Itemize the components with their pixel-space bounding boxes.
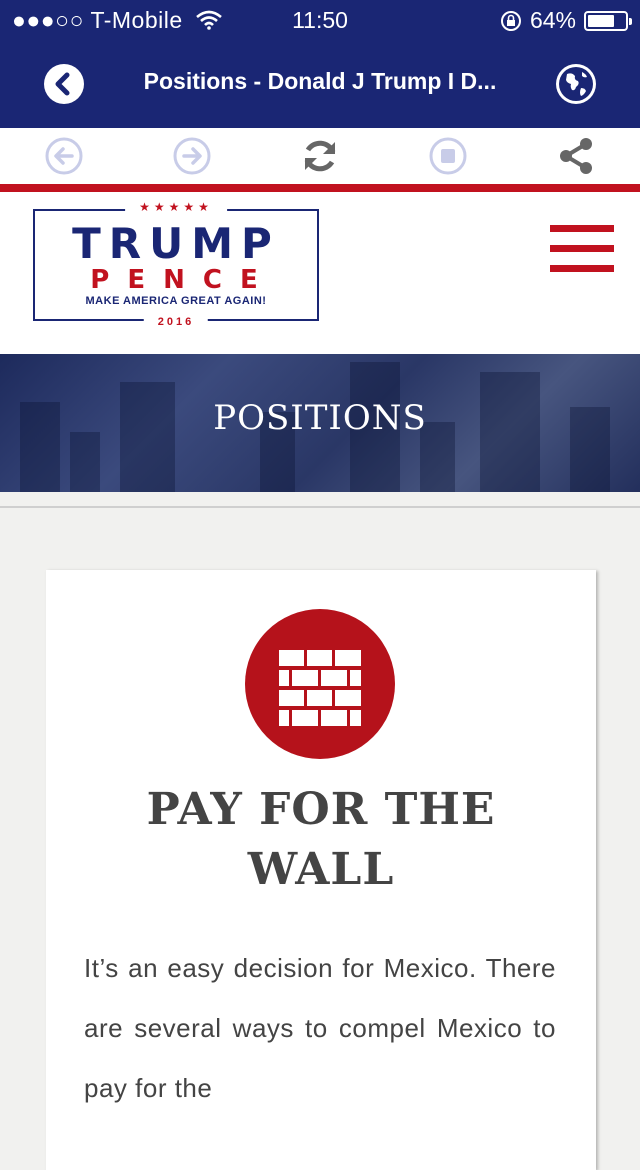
back-arrow-icon [45,137,83,175]
brick-wall-icon [279,650,361,726]
refresh-button[interactable] [300,136,340,176]
carrier-name: T-Mobile [90,7,183,33]
rotation-lock-icon [500,10,521,31]
hamburger-line [550,265,614,272]
site-header: ★★★★★ TRUMP PENCE MAKE AMERICA GREAT AGA… [0,192,640,354]
share-button[interactable] [556,136,596,176]
status-right: 64% [500,7,632,34]
section-divider [0,506,640,508]
globe-icon [559,67,593,101]
refresh-icon [304,140,336,172]
page-title: Positions - Donald J Trump I D... [143,68,497,94]
wifi-icon [195,10,222,30]
position-title-line1: PAY FOR THE [146,784,496,835]
banner-title: POSITIONS [213,398,427,438]
wall-icon-badge [245,609,395,759]
logo-stars: ★★★★★ [125,200,227,214]
trump-pence-logo[interactable]: ★★★★★ TRUMP PENCE MAKE AMERICA GREAT AGA… [33,200,319,328]
carrier-info: ●●●○○ T-Mobile [12,7,222,34]
hamburger-line [550,225,614,232]
battery-icon [584,10,632,31]
battery-percent: 64% [529,7,576,33]
browser-back-button[interactable] [44,136,84,176]
position-title-line2: WALL [247,844,395,895]
browser-toolbar [0,128,640,184]
stop-button[interactable] [428,136,468,176]
position-body-text: It’s an easy decision for Mexico. There … [84,953,556,1103]
logo-slogan: MAKE AMERICA GREAT AGAIN! [85,295,267,307]
stop-icon [429,137,467,175]
toolbar-divider [0,184,640,192]
logo-trump-text: TRUMP [72,219,280,268]
share-icon [560,138,592,174]
browser-nav-bar: Positions - Donald J Trump I D... [0,40,640,128]
logo-year: 2016 [143,316,209,328]
chevron-left-icon [55,72,70,96]
logo-pence-text: PENCE [90,265,276,295]
signal-strength: ●●●○○ [12,7,84,33]
forward-arrow-icon [173,137,211,175]
globe-button[interactable] [556,64,596,104]
status-bar: ●●●○○ T-Mobile 11:50 64% [0,0,640,40]
hamburger-line [550,245,614,252]
positions-banner: POSITIONS [0,354,640,492]
position-title: PAY FOR THE WALL [46,780,596,900]
position-card: PAY FOR THE WALL It’s an easy decision f… [46,570,596,1170]
menu-button[interactable] [550,225,614,273]
browser-forward-button[interactable] [172,136,212,176]
back-button[interactable] [44,64,84,104]
